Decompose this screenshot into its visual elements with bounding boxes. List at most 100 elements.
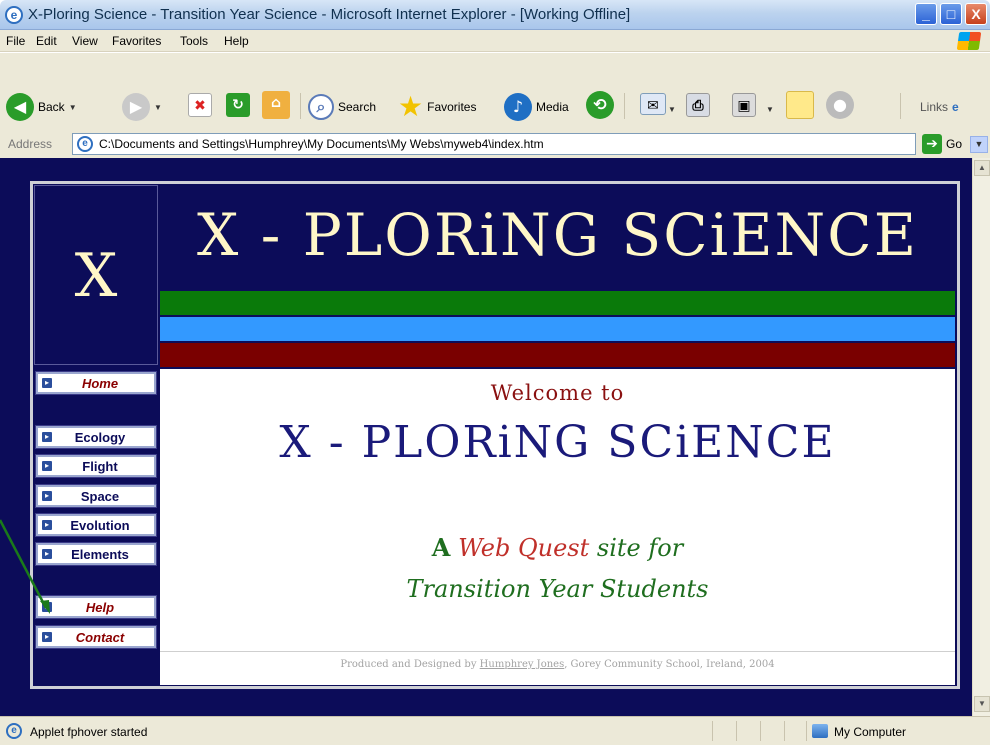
close-button[interactable]: X [965,3,987,25]
nav-label: Home [81,375,119,391]
tagline-webquest: Web Quest [458,534,590,562]
dropdown-arrow-icon[interactable]: ▼ [668,93,676,125]
back-label: Back [38,100,65,114]
address-dropdown-icon[interactable]: ▼ [970,136,988,153]
windows-logo-icon [956,32,982,50]
footer-credit: Produced and Designed by Humphrey Jones,… [160,659,955,670]
links-button[interactable]: Links e [920,91,959,123]
window-title: X-Ploring Science - Transition Year Scie… [28,6,631,23]
tagline-line2: Transition Year Students [406,575,709,603]
home-icon[interactable]: ⌂ [262,91,290,119]
links-label: Links [920,100,949,114]
nav-flight[interactable]: ▸ Flight [35,454,157,478]
menu-tools[interactable]: Tools [180,34,208,48]
site-logo: X [34,185,158,365]
nav-label: Evolution [70,517,130,533]
address-label: Address [8,137,53,151]
back-button[interactable]: ◀ Back ▼ [6,91,77,123]
nav-space[interactable]: ▸ Space [35,484,157,508]
scroll-down-icon[interactable]: ▼ [974,696,990,712]
nav-label: Contact [75,629,125,645]
status-divider [784,721,785,741]
nav-evolution[interactable]: ▸ Evolution [35,513,157,537]
menu-edit[interactable]: Edit [36,34,57,48]
tagline-line1: A Web Quest site for [160,533,955,562]
media-button[interactable]: ♪ Media [504,91,569,123]
welcome-heading: Welcome to [490,381,625,405]
my-computer-icon [812,724,828,738]
address-bar: Address e C:\Documents and Settings\Hump… [0,132,990,158]
forward-button[interactable]: ▶ ▼ [122,91,162,123]
page-icon: e [77,136,93,152]
favorites-label: Favorites [427,100,477,114]
dropdown-arrow-icon[interactable]: ▼ [766,93,774,125]
back-arrow-icon: ◀ [6,93,34,121]
search-icon: ⌕ [308,94,334,120]
status-divider [736,721,737,741]
media-label: Media [536,100,569,114]
media-icon: ♪ [504,93,532,121]
discuss-icon[interactable] [786,91,814,119]
nav-label: Elements [71,546,129,562]
nav-bullet-icon: ▸ [42,632,52,642]
maximize-button[interactable]: □ [940,3,962,25]
mail-icon[interactable]: ✉ [640,93,666,115]
nav-bullet-icon: ▸ [42,520,52,530]
nav-contact[interactable]: ▸ Contact [35,625,157,649]
favorites-button[interactable]: ★ Favorites [398,91,476,123]
search-label: Search [338,100,377,114]
menu-view[interactable]: View [72,34,98,48]
menu-help[interactable]: Help [224,34,249,48]
search-button[interactable]: ⌕ Search [308,91,376,123]
print-icon[interactable]: ⎙ [686,93,710,117]
banner: X - PLORiNG SCiENCE [160,185,955,289]
status-divider [760,721,761,741]
nav-label: Ecology [74,429,126,445]
forward-arrow-icon: ▶ [122,93,150,121]
nav-bullet-icon: ▸ [42,602,52,612]
nav-help[interactable]: ▸ Help [35,595,157,619]
star-icon: ★ [398,91,424,122]
ie-icon: e [5,6,23,24]
red-stripe [160,343,955,367]
main-title: X - PLORiNG SCiENCE [279,417,836,468]
vertical-scrollbar[interactable]: ▲ ▼ [972,158,990,716]
tagline-a: A [431,533,451,562]
minimize-button[interactable]: _ [915,3,937,25]
nav-bullet-icon: ▸ [42,491,52,501]
go-button[interactable]: ➔ Go [922,134,962,154]
toolbar-separator [900,93,901,119]
author-link[interactable]: Humphrey Jones [480,659,565,670]
stop-icon[interactable]: ✖ [188,93,212,117]
toolbar-separator [300,93,301,119]
menu-file[interactable]: File [6,34,25,48]
scroll-up-icon[interactable]: ▲ [974,160,990,176]
main-content: Welcome to X - PLORiNG SCiENCE A Web Que… [160,369,955,685]
green-stripe [160,291,955,315]
menu-favorites[interactable]: Favorites [112,34,161,48]
footer-suffix: , Gorey Community School, Ireland, 2004 [564,659,775,670]
history-icon[interactable]: ⟲ [586,91,614,119]
address-value: C:\Documents and Settings\Humphrey\My Do… [99,137,544,151]
status-text: Applet fphover started [30,725,148,739]
toolbar: ◀ Back ▼ ▶ ▼ ✖ ↻ ⌂ ⌕ Search ★ Favorites … [0,53,990,132]
nav-label: Help [85,599,115,615]
nav-ecology[interactable]: ▸ Ecology [35,425,157,449]
nav-bullet-icon: ▸ [42,432,52,442]
menu-bar: File Edit View Favorites Tools Help [0,30,990,52]
go-arrow-icon: ➔ [922,134,942,154]
refresh-icon[interactable]: ↻ [226,93,250,117]
nav-bullet-icon: ▸ [42,378,52,388]
edit-icon[interactable]: ▣ [732,93,756,117]
status-divider [806,721,807,741]
messenger-icon[interactable]: ● [826,91,854,119]
footer-divider [160,651,955,652]
nav-bullet-icon: ▸ [42,461,52,471]
status-bar: e Applet fphover started My Computer [0,716,990,745]
address-input[interactable]: e C:\Documents and Settings\Humphrey\My … [72,133,988,155]
footer-prefix: Produced and Designed by [340,659,477,670]
nav-home[interactable]: ▸ Home [35,371,157,395]
dropdown-arrow-icon: ▼ [68,102,77,112]
nav-elements[interactable]: ▸ Elements [35,542,157,566]
go-label: Go [946,137,963,151]
